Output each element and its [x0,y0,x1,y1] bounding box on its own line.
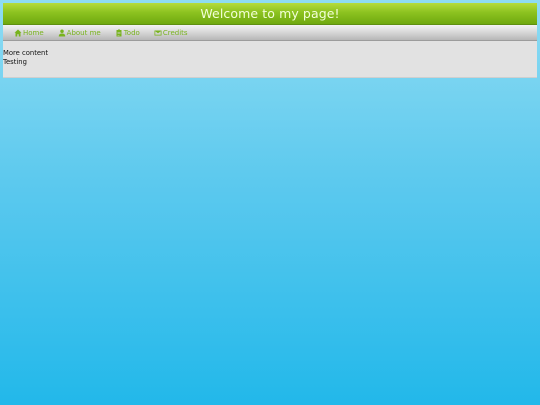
nav-item-home[interactable]: Home [13,29,45,37]
clipboard-icon [116,29,122,36]
user-icon [58,29,65,36]
content-panel: More content Testing [3,41,537,78]
nav-item-label: Credits [162,28,188,37]
home-icon [14,29,22,36]
nav-item-label: About me [66,28,101,37]
nav-item-credits[interactable]: Credits [153,29,189,37]
page-container: Welcome to my page! Home About me Todo C… [3,3,537,78]
content-line: Testing [3,57,27,66]
header-banner: Welcome to my page! [3,3,537,25]
nav-item-about[interactable]: About me [57,29,102,37]
envelope-icon [154,30,162,35]
nav-bar: Home About me Todo Credits [3,25,537,41]
nav-item-todo[interactable]: Todo [114,29,141,37]
nav-item-label: Home [23,28,44,37]
nav-item-label: Todo [123,28,140,37]
page-title: Welcome to my page! [200,6,340,21]
content-line: More content [3,49,49,57]
